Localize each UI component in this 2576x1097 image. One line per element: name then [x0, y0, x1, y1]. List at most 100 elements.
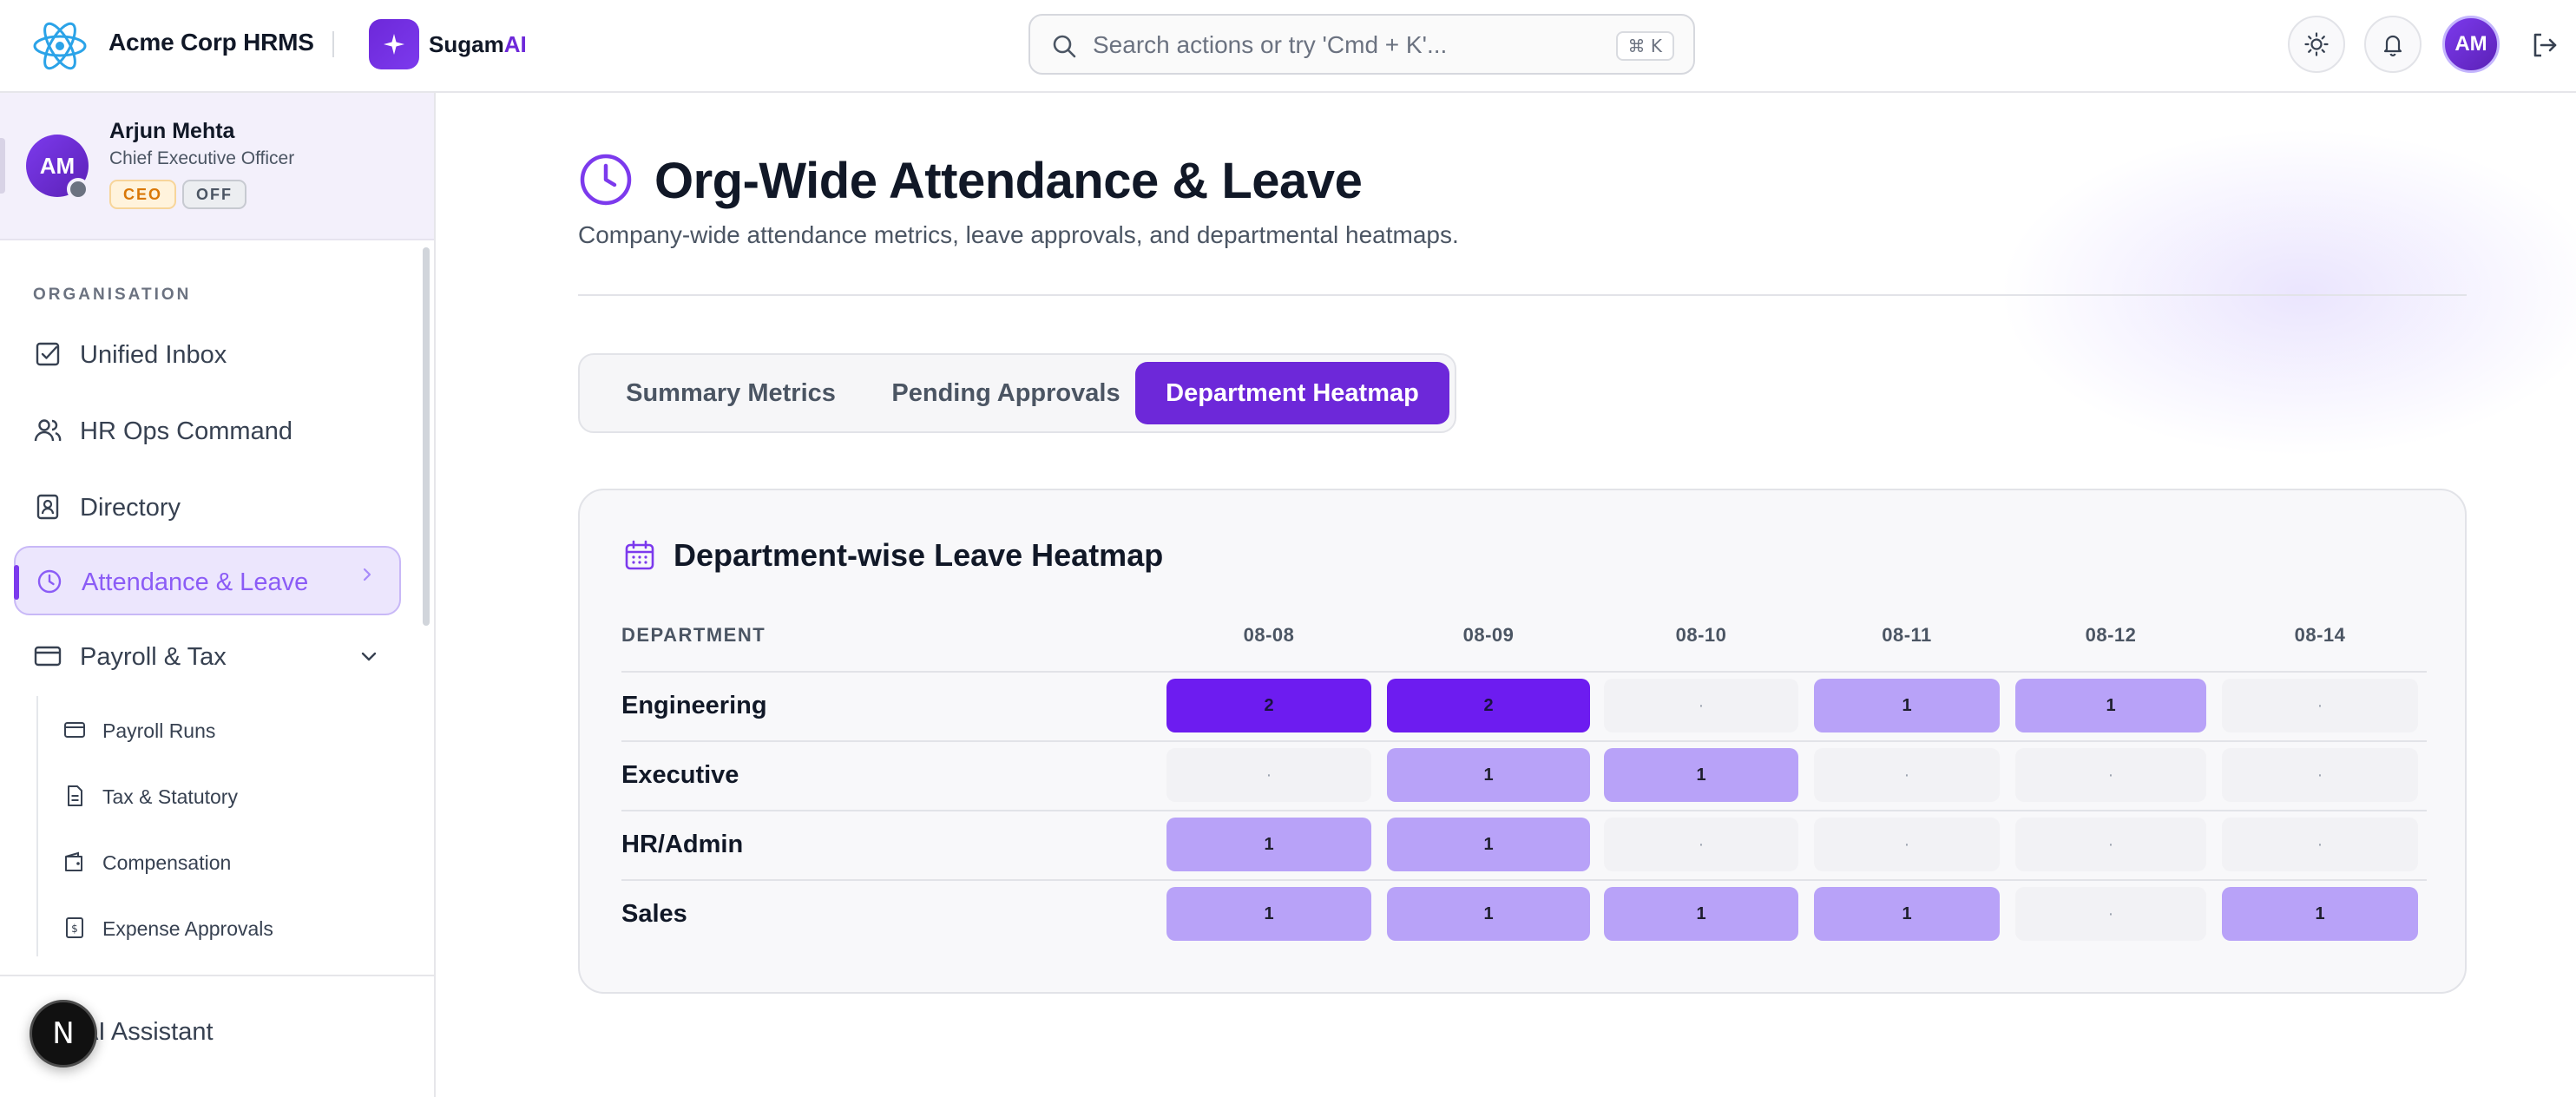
sidebar-item-label: Unified Inbox	[80, 341, 227, 369]
department-label: HR/Admin	[621, 831, 744, 858]
bell-icon	[2383, 35, 2402, 56]
heatmap-cell[interactable]: 1	[2015, 679, 2206, 732]
heatmap-title: Department-wise Leave Heatmap	[674, 537, 1164, 573]
column-header-date: 08-09	[1462, 624, 1515, 646]
checkbox-icon	[36, 342, 60, 366]
sugam-suffix: AI	[503, 31, 527, 57]
heatmap-cell[interactable]: ·	[1604, 679, 1798, 732]
credit-card-icon	[34, 646, 62, 667]
wallet-icon	[65, 851, 82, 871]
department-label: Engineering	[621, 692, 767, 719]
heatmap-cell[interactable]: 1	[1814, 887, 2000, 941]
tab-summary-metrics[interactable]: Summary Metrics	[595, 362, 866, 424]
sidebar-subitem-compensation[interactable]: Compensation	[52, 834, 399, 886]
heatmap-cell[interactable]: ·	[1604, 818, 1798, 871]
sidebar-scrollbar[interactable]	[423, 247, 430, 626]
heatmap-cell[interactable]: 1	[1387, 818, 1590, 871]
heatmap-cell[interactable]: ·	[2015, 818, 2206, 871]
sidebar-item-label: HR Ops Command	[80, 417, 292, 445]
sugam-prefix: Sugam	[429, 31, 504, 57]
row-divider	[621, 879, 2427, 881]
column-header-date: 08-11	[1882, 624, 1932, 646]
heatmap-cell[interactable]: 1	[1604, 748, 1798, 802]
sidebar-item-label: Directory	[80, 494, 181, 522]
sidebar-subitem-payroll-runs[interactable]: Payroll Runs	[52, 702, 399, 754]
users-icon	[34, 419, 62, 442]
sidebar-item-hr-ops-command[interactable]: HR Ops Command	[14, 397, 401, 466]
tab-department-heatmap[interactable]: Department Heatmap	[1135, 362, 1449, 424]
heatmap-cell[interactable]: 1	[1166, 887, 1371, 941]
chevron-right-icon	[363, 568, 371, 581]
top-bar: Acme Corp HRMS SugamAI ⌘ K	[0, 0, 2576, 93]
sidebar-subitem-tax-statutory[interactable]: Tax & Statutory	[52, 768, 399, 820]
profile-role: Chief Executive Officer	[109, 148, 295, 168]
presence-indicator	[67, 178, 89, 200]
row-divider	[621, 740, 2427, 742]
theme-toggle-button[interactable]	[2288, 16, 2345, 73]
heatmap-cell[interactable]: ·	[1166, 748, 1371, 802]
search-input[interactable]	[1093, 28, 1579, 62]
status-badge[interactable]: OFF	[182, 180, 246, 209]
user-avatar[interactable]: AM	[2442, 16, 2500, 73]
shortcut-hint: ⌘ K	[1615, 31, 1674, 61]
search-icon	[1053, 35, 1076, 58]
column-header-date: 08-14	[2294, 624, 2346, 646]
sidebar-item-attendance-leave[interactable]: Attendance & Leave	[14, 546, 401, 615]
sidebar-subitem-label: Tax & Statutory	[102, 785, 238, 808]
react-atom-icon[interactable]	[31, 17, 89, 75]
sidebar-item-label: Payroll & Tax	[80, 643, 227, 671]
document-icon	[68, 785, 82, 806]
chevron-down-icon[interactable]	[359, 647, 378, 666]
department-label: Executive	[621, 761, 739, 789]
profile-card[interactable]: AM Arjun Mehta Chief Executive Officer C…	[0, 93, 434, 240]
page-title: Org-Wide Attendance & Leave	[654, 153, 1363, 209]
sugam-ai-label[interactable]: SugamAI	[429, 31, 527, 58]
brand-separator	[332, 31, 334, 57]
sidebar-item-payroll-tax[interactable]: Payroll & Tax	[14, 622, 401, 692]
ai-assistant-link[interactable]: AI Assistant	[82, 1018, 214, 1047]
heatmap-cell[interactable]: 1	[1387, 748, 1590, 802]
svg-text:$: $	[71, 923, 78, 935]
column-header-date: 08-08	[1243, 624, 1295, 646]
heatmap-cell[interactable]: 1	[1387, 887, 1590, 941]
heatmap-card: Department-wise Leave Heatmap DEPARTMENT…	[578, 489, 2467, 994]
sugam-ai-button[interactable]	[369, 19, 419, 69]
global-search[interactable]: ⌘ K	[1028, 14, 1695, 75]
column-header-date: 08-12	[2085, 624, 2137, 646]
heatmap-cell[interactable]: ·	[2222, 818, 2418, 871]
title-divider	[578, 294, 2467, 296]
dev-tools-badge[interactable]: N	[30, 1000, 97, 1067]
sidebar-item-unified-inbox[interactable]: Unified Inbox	[14, 320, 401, 390]
heatmap-cell[interactable]: 1	[1604, 887, 1798, 941]
sun-icon	[2304, 32, 2329, 56]
department-label: Sales	[621, 900, 687, 928]
sidebar-subitem-expense-approvals[interactable]: $ Expense Approvals	[52, 900, 399, 952]
heatmap-cell[interactable]: 2	[1166, 679, 1371, 732]
sidebar-item-directory[interactable]: Directory	[14, 473, 401, 542]
heatmap-cell[interactable]: ·	[1814, 748, 2000, 802]
heatmap-cell[interactable]: 1	[2222, 887, 2418, 941]
heatmap-cell[interactable]: ·	[2222, 748, 2418, 802]
heatmap-cell[interactable]: ·	[2015, 887, 2206, 941]
id-card-icon	[36, 494, 59, 520]
logout-icon[interactable]	[2529, 30, 2560, 61]
background-glow	[1998, 128, 2576, 457]
profile-name: Arjun Mehta	[109, 119, 235, 143]
sparkle-icon	[384, 34, 404, 55]
row-divider	[621, 671, 2427, 673]
submenu-guide-line	[36, 696, 38, 956]
tab-pending-approvals[interactable]: Pending Approvals	[870, 362, 1142, 424]
column-header-date: 08-10	[1675, 624, 1727, 646]
notifications-button[interactable]	[2364, 16, 2422, 73]
sidebar: AM Arjun Mehta Chief Executive Officer C…	[0, 93, 436, 1097]
heatmap-cell[interactable]: 1	[1166, 818, 1371, 871]
heatmap-cell[interactable]: ·	[2222, 679, 2418, 732]
app-name[interactable]: Acme Corp HRMS	[108, 29, 314, 56]
heatmap-cell[interactable]: 1	[1814, 679, 2000, 732]
role-badge: CEO	[109, 180, 177, 209]
clock-icon	[37, 569, 62, 594]
heatmap-cell[interactable]: ·	[2015, 748, 2206, 802]
sidebar-subitem-label: Expense Approvals	[102, 917, 273, 940]
heatmap-cell[interactable]: 2	[1387, 679, 1590, 732]
heatmap-cell[interactable]: ·	[1814, 818, 2000, 871]
